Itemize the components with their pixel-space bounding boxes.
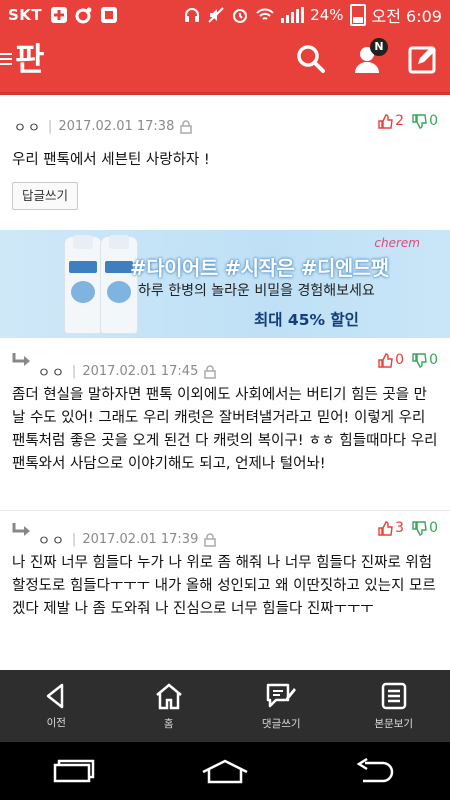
back-label: 이전 xyxy=(46,716,66,729)
undo-arrow-icon xyxy=(356,758,394,783)
reply-arrow-icon xyxy=(12,353,30,366)
thumbs-up-icon xyxy=(378,113,393,129)
lock-icon xyxy=(204,532,217,547)
thumbs-down-icon xyxy=(412,352,427,368)
clock: 오전 6:09 xyxy=(371,7,442,26)
app-icon xyxy=(75,7,92,24)
downvote-button[interactable]: 0 xyxy=(412,113,438,129)
reply-arrow-icon xyxy=(12,523,30,536)
comment-date: 2017.02.01 17:39 xyxy=(82,532,199,547)
system-nav-bar xyxy=(0,742,450,800)
thumbs-down-icon xyxy=(412,520,427,536)
view-article-label: 본문보기 xyxy=(374,717,414,730)
bottom-action-bar: 이전 홈 댓글쓰기 본문보기 xyxy=(0,670,450,742)
home-system-button[interactable] xyxy=(195,751,255,791)
comment-author: ㅇㅇ xyxy=(38,534,66,549)
reply-comment-item: ㅇㅇ | 2017.02.01 17:39 3 0 나 진짜 너무 힘들다 누가… xyxy=(0,510,450,670)
ad-brand: cherem xyxy=(374,236,420,250)
lock-icon xyxy=(204,364,217,379)
comment-date: 2017.02.01 17:38 xyxy=(58,119,175,134)
back-system-button[interactable] xyxy=(345,751,405,791)
upvote-count: 2 xyxy=(395,113,405,129)
signal-icon xyxy=(281,7,305,23)
home-label: 홈 xyxy=(163,717,174,730)
downvote-count: 0 xyxy=(429,520,438,536)
alarm-icon xyxy=(233,9,248,23)
search-button[interactable] xyxy=(296,44,326,74)
ad-subline: 하루 한병의 놀라운 비밀을 경험해보세요 xyxy=(138,283,375,299)
comment-author: ㅇㅇ xyxy=(38,366,66,381)
comment-text: 우리 팬톡에서 세븐틴 사랑하자 ! xyxy=(12,152,210,168)
search-icon xyxy=(297,45,325,73)
battery-percent: 24% xyxy=(310,6,344,24)
upvote-button[interactable]: 2 xyxy=(378,113,404,129)
home-button[interactable]: 홈 xyxy=(113,670,226,742)
upvote-count: 3 xyxy=(395,520,405,536)
headset-icon xyxy=(185,8,200,22)
view-article-button[interactable]: 본문보기 xyxy=(338,670,450,742)
upvote-button[interactable]: 3 xyxy=(378,520,404,536)
ad-discount: 최대 45% 할인 xyxy=(254,311,359,329)
downvote-count: 0 xyxy=(429,113,438,129)
recent-apps-button[interactable] xyxy=(45,751,105,791)
downvote-count: 0 xyxy=(429,352,438,368)
ad-headline: #다이어트 #시작은 #디엔드팻 xyxy=(130,256,389,280)
profile-button[interactable]: N xyxy=(352,38,388,74)
plus-box-icon xyxy=(51,7,68,23)
write-comment-label: 댓글쓰기 xyxy=(261,717,301,730)
lock-icon xyxy=(180,119,193,134)
write-comment-button[interactable]: 댓글쓰기 xyxy=(225,670,338,742)
status-bar: SKT 24% 오전 6:09 xyxy=(0,0,450,30)
comment-write-icon xyxy=(267,683,297,707)
pann-app-icon xyxy=(101,7,118,23)
comment-text: 좀더 현실을 말하자면 팬톡 이외에도 사회에서는 버티기 힘든 곳을 만날 수… xyxy=(12,387,438,472)
mute-icon xyxy=(208,7,224,23)
product-bottle-image xyxy=(100,235,138,334)
upvote-count: 0 xyxy=(395,352,405,368)
thumbs-down-icon xyxy=(412,113,427,129)
downvote-button[interactable]: 0 xyxy=(412,352,438,368)
reply-button[interactable]: 답글쓰기 xyxy=(12,182,79,210)
comment-list[interactable]: ㅇㅇ | 2017.02.01 17:38 2 0 우리 팬톡에서 세븐틴 사랑… xyxy=(0,95,450,670)
ad-banner[interactable]: cherem #다이어트 #시작은 #디엔드팻 하루 한병의 놀라운 비밀을 경… xyxy=(0,230,450,338)
compose-icon xyxy=(408,46,436,74)
comment-item: ㅇㅇ | 2017.02.01 17:38 2 0 우리 팬톡에서 세븐틴 사랑… xyxy=(0,95,450,225)
pann-logo: 판 xyxy=(15,40,44,78)
downvote-button[interactable]: 0 xyxy=(412,520,438,536)
recent-apps-icon xyxy=(53,759,95,783)
back-icon xyxy=(47,683,64,708)
thumbs-up-icon xyxy=(378,352,393,368)
article-icon xyxy=(381,682,406,709)
comment-author: ㅇㅇ xyxy=(14,121,42,136)
carrier-label: SKT xyxy=(8,6,43,24)
comment-text: 나 진짜 너무 힘들다 누가 나 위로 좀 해줘 나 너무 힘들다 진짜로 위험… xyxy=(12,555,436,617)
house-outline-icon xyxy=(202,759,248,784)
product-bottle-image xyxy=(64,235,102,334)
app-header: 판 N xyxy=(0,30,450,95)
reply-comment-item: ㅇㅇ | 2017.02.01 17:45 0 0 좀더 현실을 말하자면 팬톡… xyxy=(0,340,450,510)
logo-button[interactable]: 판 xyxy=(0,40,44,78)
menu-icon[interactable] xyxy=(0,53,12,65)
comment-date: 2017.02.01 17:45 xyxy=(82,364,199,379)
home-icon xyxy=(155,682,182,709)
notification-badge: N xyxy=(370,38,388,56)
back-button[interactable]: 이전 xyxy=(0,670,113,742)
wifi-icon xyxy=(256,8,274,20)
upvote-button[interactable]: 0 xyxy=(378,352,404,368)
compose-button[interactable] xyxy=(408,44,438,74)
battery-icon xyxy=(349,4,366,26)
thumbs-up-icon xyxy=(378,520,393,536)
